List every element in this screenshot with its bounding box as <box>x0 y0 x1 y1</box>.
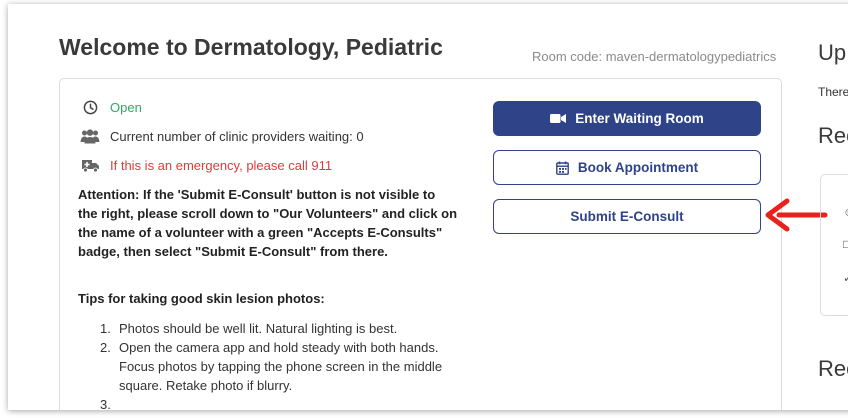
clinic-page: Welcome to Dermatology, Pediatric Room c… <box>8 4 848 410</box>
users-icon <box>80 128 100 144</box>
list-item: 1. Photos should be well lit. Natural lig… <box>100 321 398 336</box>
calendar-icon <box>555 161 569 175</box>
check-icon: ✓ <box>843 271 848 285</box>
attention-note: Attention: If the 'Submit E-Consult' but… <box>78 187 458 259</box>
status-open-row: Open <box>80 99 142 115</box>
clock-icon <box>80 99 100 115</box>
emergency-row: If this is an emergency, please call 911 <box>80 157 332 173</box>
user-icon: ☺ <box>843 205 848 219</box>
clinic-info-card: Open Current number of clinic providers … <box>59 78 782 410</box>
tips-title: Tips for taking good skin lesion photos: <box>78 291 325 306</box>
open-status-text: Open <box>110 99 142 115</box>
ambulance-icon <box>80 157 100 173</box>
list-item: 2. Open the camera app and hold steady wi… <box>100 340 443 393</box>
providers-waiting-row: Current number of clinic providers waiti… <box>80 128 364 144</box>
enter-waiting-room-button[interactable]: Enter Waiting Room <box>493 101 761 136</box>
right-panel-card: ☺ □ ✓ <box>820 174 848 316</box>
right-panel-heading: Up <box>818 40 847 65</box>
book-appointment-label: Book Appointment <box>577 160 699 175</box>
submit-econsult-button[interactable]: Submit E-Consult <box>493 199 761 234</box>
right-panel-subheading: Rec <box>818 356 848 381</box>
providers-waiting-text: Current number of clinic providers waiti… <box>110 128 364 144</box>
enter-waiting-room-label: Enter Waiting Room <box>575 111 704 126</box>
page-title: Welcome to Dermatology, Pediatric <box>59 34 443 60</box>
emergency-text: If this is an emergency, please call 911 <box>110 157 333 173</box>
room-code: Room code: maven-dermatologypediatrics <box>532 49 777 64</box>
right-panel-text: There <box>818 85 848 99</box>
red-arrow-icon <box>765 198 828 232</box>
calendar-icon: □ <box>843 237 848 251</box>
tips-list: 1. Photos should be well lit. Natural lig… <box>100 319 460 410</box>
video-camera-icon <box>550 113 567 124</box>
book-appointment-button[interactable]: Book Appointment <box>493 150 761 185</box>
right-panel-subheading: Rec <box>818 123 848 148</box>
submit-econsult-label: Submit E-Consult <box>570 209 684 224</box>
